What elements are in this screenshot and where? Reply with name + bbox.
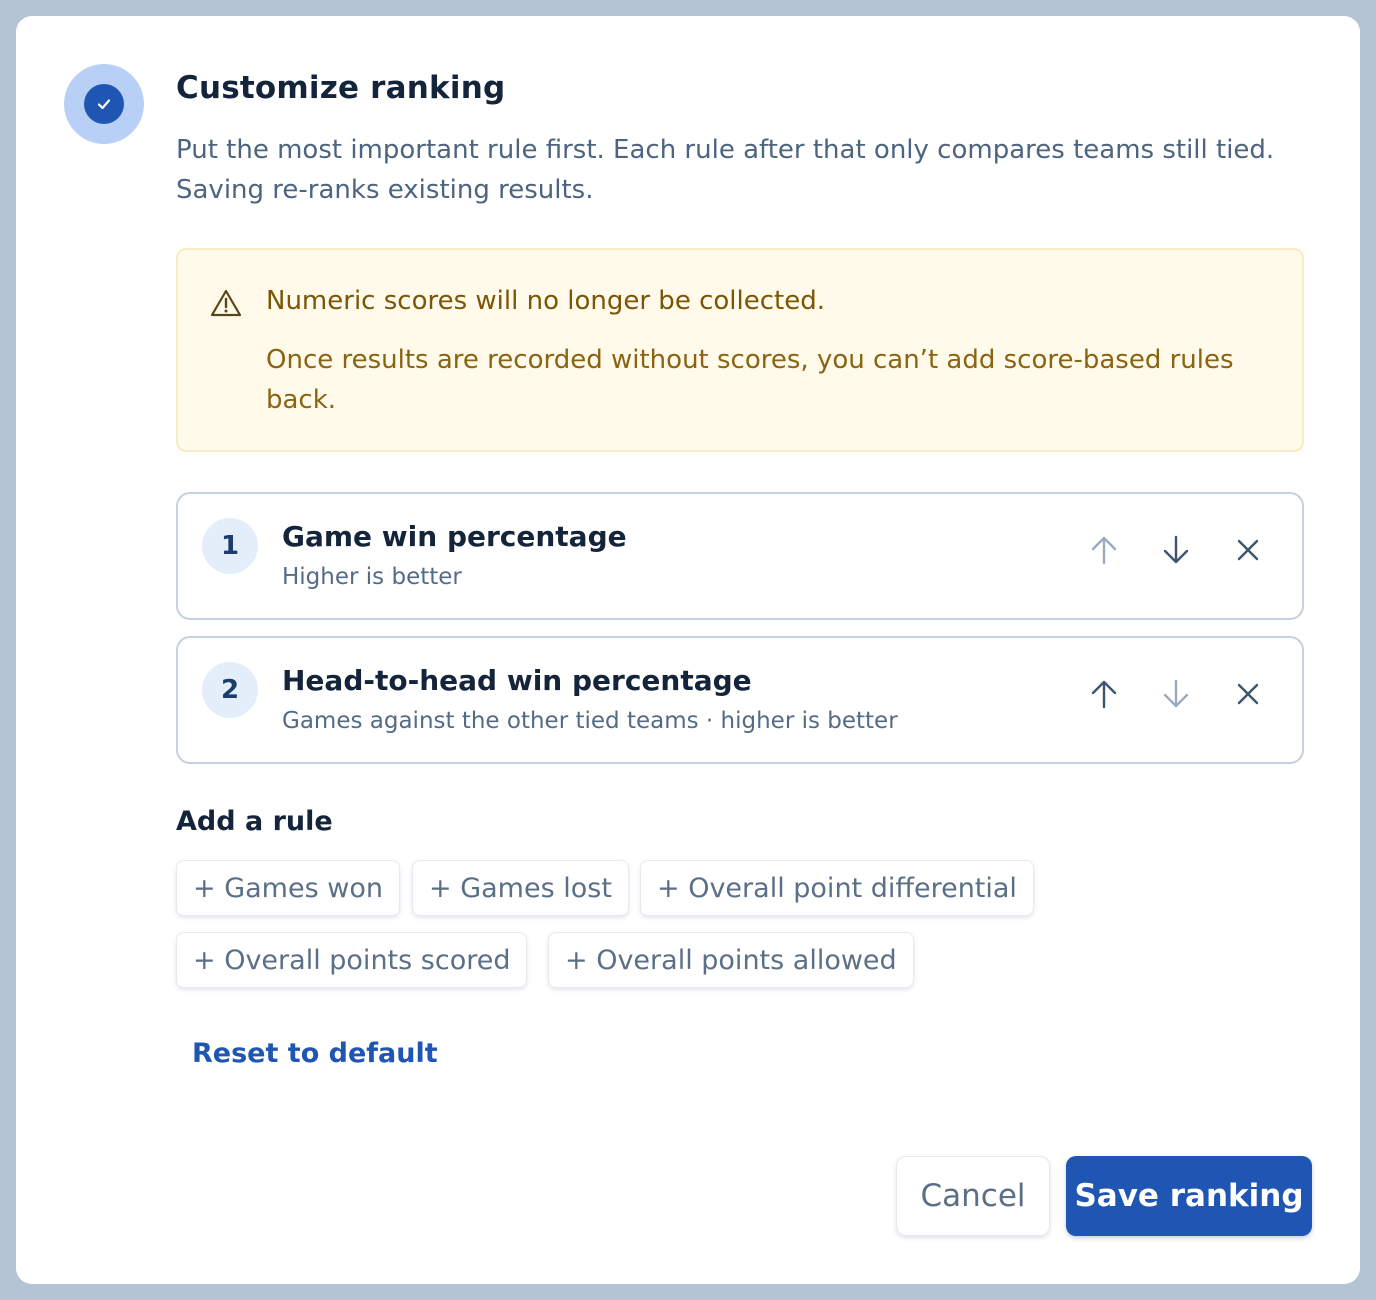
cancel-button[interactable]: Cancel bbox=[896, 1156, 1050, 1236]
rule-name: Game win percentage bbox=[282, 520, 627, 553]
add-rule-games-lost-button[interactable]: + Games lost bbox=[412, 860, 629, 916]
rule-number: 1 bbox=[202, 518, 258, 574]
arrow-up-icon bbox=[1091, 536, 1117, 565]
arrow-down-icon bbox=[1163, 535, 1189, 564]
add-rule-overall-point-differential-button[interactable]: + Overall point differential bbox=[640, 860, 1034, 916]
add-rule-overall-points-allowed-button[interactable]: + Overall points allowed bbox=[548, 932, 914, 988]
warning-title: Numeric scores will no longer be collect… bbox=[266, 286, 825, 316]
customize-ranking-dialog: Customize ranking Put the most important… bbox=[16, 16, 1360, 1284]
rule-number: 2 bbox=[202, 662, 258, 718]
move-down-button[interactable] bbox=[1154, 528, 1198, 572]
add-rule-games-won-button[interactable]: + Games won bbox=[176, 860, 400, 916]
rule-name: Head-to-head win percentage bbox=[282, 664, 752, 697]
reset-to-default-link[interactable]: Reset to default bbox=[192, 1038, 438, 1069]
dialog-title: Customize ranking bbox=[176, 70, 506, 106]
status-badge bbox=[64, 64, 144, 144]
rule-description: Higher is better bbox=[282, 564, 462, 590]
remove-rule-button[interactable] bbox=[1226, 528, 1270, 572]
move-up-button[interactable] bbox=[1082, 672, 1126, 716]
arrow-up-icon bbox=[1091, 680, 1117, 709]
rule-card-game-win-percentage: 1 Game win percentage Higher is better bbox=[176, 492, 1304, 620]
close-icon bbox=[1237, 683, 1259, 705]
warning-body: Once results are recorded without scores… bbox=[266, 345, 1234, 415]
close-icon bbox=[1237, 539, 1259, 561]
check-icon bbox=[84, 84, 124, 124]
dialog-subtitle: Put the most important rule first. Each … bbox=[176, 135, 1275, 205]
move-up-button[interactable] bbox=[1082, 528, 1126, 572]
move-down-button[interactable] bbox=[1154, 672, 1198, 716]
arrow-down-icon bbox=[1163, 679, 1189, 708]
warning-banner: Numeric scores will no longer be collect… bbox=[176, 248, 1304, 452]
rule-card-head-to-head-win-percentage: 2 Head-to-head win percentage Games agai… bbox=[176, 636, 1304, 764]
warning-triangle-icon bbox=[210, 288, 242, 322]
remove-rule-button[interactable] bbox=[1226, 672, 1270, 716]
add-rule-overall-points-scored-button[interactable]: + Overall points scored bbox=[176, 932, 528, 988]
save-ranking-button[interactable]: Save ranking bbox=[1066, 1156, 1312, 1236]
rule-description: Games against the other tied teams · hig… bbox=[282, 708, 898, 734]
add-rule-heading: Add a rule bbox=[176, 806, 333, 837]
